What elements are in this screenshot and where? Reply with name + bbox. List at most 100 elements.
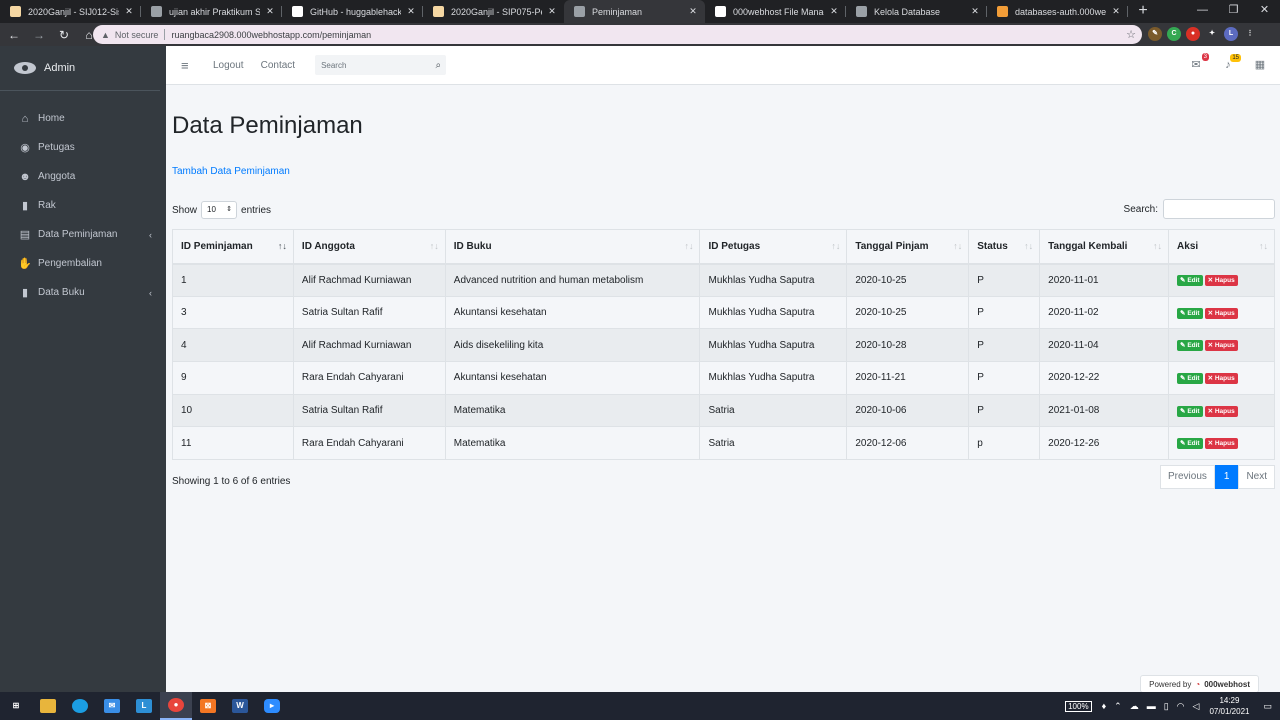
close-tab-icon[interactable]: ✕ [546,6,558,17]
previous-page-button[interactable]: Previous [1159,465,1215,489]
sort-icon[interactable]: ↑↓ [1153,241,1162,251]
wifi-icon[interactable]: ◠ [1177,701,1185,712]
column-header[interactable]: Tanggal Kembali ↑↓ [1039,229,1170,265]
taskbar-app[interactable]: ⊠ [192,692,224,720]
taskbar-app-active[interactable]: ● [160,692,192,720]
cloud-icon[interactable]: ☁ [1130,701,1139,712]
sort-icon[interactable]: ↑↓ [1024,241,1033,251]
zoom-level[interactable]: 100% [1065,700,1092,712]
close-tab-icon[interactable]: ✕ [264,6,276,17]
edit-button[interactable]: ✎ Edit [1177,372,1203,384]
messages-icon[interactable]: ✉ 3 [1188,53,1209,71]
extension-icon[interactable]: ● [1186,27,1200,41]
volume-icon[interactable]: ◁ [1193,701,1200,712]
taskbar-app[interactable] [32,692,64,720]
column-header[interactable]: Aksi ↑↓ [1168,229,1275,265]
close-tab-icon[interactable]: ✕ [1110,6,1122,17]
sidebar-item-anggota[interactable]: ☻ Anggota [0,162,166,191]
taskbar-app[interactable]: ▸ [256,692,288,720]
sidebar-item-rak[interactable]: ▮ Rak [0,191,166,220]
menu-dots-icon[interactable]: ⋮ [1243,27,1257,41]
close-tab-icon[interactable]: ✕ [405,6,417,17]
show-hidden-icons-chevron-icon[interactable]: ⌃ [1114,701,1122,712]
network-icon[interactable]: ▬ [1147,701,1156,711]
back-icon[interactable]: ← [3,28,25,42]
delete-button[interactable]: ✕ Hapus [1204,307,1238,319]
entries-select[interactable]: 10 [201,201,238,219]
browser-tab[interactable]: 2020Ganjil - SIP075-Pemro ✕ [423,0,564,23]
extension-icon[interactable]: C [1167,27,1181,41]
search-icon[interactable]: ⌕ [435,60,441,71]
edit-button[interactable]: ✎ Edit [1177,275,1203,287]
browser-tab[interactable]: 2020Ganjil - SIJ012-Sistem ✕ [0,0,141,23]
extension-icon[interactable]: ✎ [1148,27,1162,41]
close-tab-icon[interactable]: ✕ [123,6,135,17]
column-header[interactable]: Tanggal Pinjam ↑↓ [846,229,970,265]
browser-tab[interactable]: 000webhost File Manager ✕ [705,0,846,23]
edit-button[interactable]: ✎ Edit [1177,307,1203,319]
forward-icon[interactable]: → [28,28,50,42]
url-text[interactable]: ruangbaca2908.000webhostapp.com/peminjam… [171,30,371,40]
browser-tab[interactable]: databases-auth.000webhos ✕ [987,0,1128,23]
taskbar-app[interactable] [64,692,96,720]
grid-apps-icon[interactable]: ▦ [1252,58,1268,71]
browser-tab[interactable]: GitHub - huggablehacker/ ✕ [282,0,423,23]
browser-tab[interactable]: Kelola Database ✕ [846,0,987,23]
restore-icon[interactable]: ❐ [1218,0,1249,23]
delete-button[interactable]: ✕ Hapus [1204,372,1238,384]
add-loan-link[interactable]: Tambah Data Peminjaman [172,166,290,177]
address-bar[interactable]: ▲ Not secure ruangbaca2908.000webhostapp… [93,25,1142,44]
delete-button[interactable]: ✕ Hapus [1204,275,1238,287]
bookmark-star-icon[interactable]: ☆ [1126,28,1136,41]
minimize-icon[interactable]: — [1187,0,1218,23]
sort-icon[interactable]: ↑↓ [1259,241,1268,251]
microphone-icon[interactable]: ♦ [1102,701,1107,711]
profile-avatar[interactable]: L [1224,27,1238,41]
hamburger-menu-icon[interactable]: ≡ [181,58,195,73]
browser-tab[interactable]: Peminjaman ✕ [564,0,705,23]
sort-icon[interactable]: ↑↓ [430,241,439,251]
navbar-search-input[interactable]: Search ⌕ [315,55,447,75]
sort-icon[interactable]: ↑↓ [953,241,962,251]
browser-tab[interactable]: ujian akhir Praktikum Sisten ✕ [141,0,282,23]
column-header[interactable]: ID Petugas ↑↓ [699,229,848,265]
start-button[interactable]: ⊞ [0,692,32,720]
delete-button[interactable]: ✕ Hapus [1204,405,1238,417]
notifications-bell-icon[interactable]: ♪ 15 [1220,53,1241,71]
table-search-input[interactable] [1163,199,1275,219]
close-tab-icon[interactable]: ✕ [687,6,699,17]
sidebar-item-data-buku[interactable]: ▮ Data Buku ‹ [0,278,166,307]
reload-icon[interactable]: ↻ [53,28,75,42]
edit-button[interactable]: ✎ Edit [1177,405,1203,417]
brand[interactable]: Admin [0,46,160,91]
sidebar-item-data-peminjaman[interactable]: ▤ Data Peminjaman ‹ [0,220,166,249]
taskbar-app[interactable]: W [224,692,256,720]
sort-ascending-icon[interactable]: ↑↓ [278,241,287,251]
puzzle-icon[interactable]: ✦ [1205,27,1219,41]
edit-button[interactable]: ✎ Edit [1177,438,1203,450]
next-page-button[interactable]: Next [1238,465,1275,489]
close-window-icon[interactable]: ✕ [1249,0,1280,23]
delete-button[interactable]: ✕ Hapus [1204,340,1238,352]
column-header[interactable]: ID Anggota ↑↓ [292,229,446,265]
column-header[interactable]: ID Buku ↑↓ [444,229,701,265]
sort-icon[interactable]: ↑↓ [684,241,693,251]
battery-icon[interactable]: ▯ [1164,701,1169,712]
taskbar-app[interactable]: ✉ [96,692,128,720]
taskbar-app[interactable]: L [128,692,160,720]
logout-link[interactable]: Logout [213,60,244,71]
sidebar-item-home[interactable]: ⌂ Home [0,104,166,133]
powered-by-badge[interactable]: Powered by ◔ 000webhost [1140,675,1259,693]
sidebar-item-petugas[interactable]: ◉ Petugas [0,133,166,162]
notification-center-icon[interactable]: ▭ [1263,701,1272,712]
column-header[interactable]: Status ↑↓ [968,229,1041,265]
edit-button[interactable]: ✎ Edit [1177,340,1203,352]
page-1-button[interactable]: 1 [1214,465,1239,489]
close-tab-icon[interactable]: ✕ [969,6,981,17]
sidebar-item-pengembalian[interactable]: ✋ Pengembalian [0,249,166,278]
clock[interactable]: 14:29 07/01/2021 [1209,695,1249,717]
sort-icon[interactable]: ↑↓ [831,241,840,251]
new-tab-icon[interactable]: + [1134,2,1152,21]
delete-button[interactable]: ✕ Hapus [1204,438,1238,450]
contact-link[interactable]: Contact [261,60,295,71]
